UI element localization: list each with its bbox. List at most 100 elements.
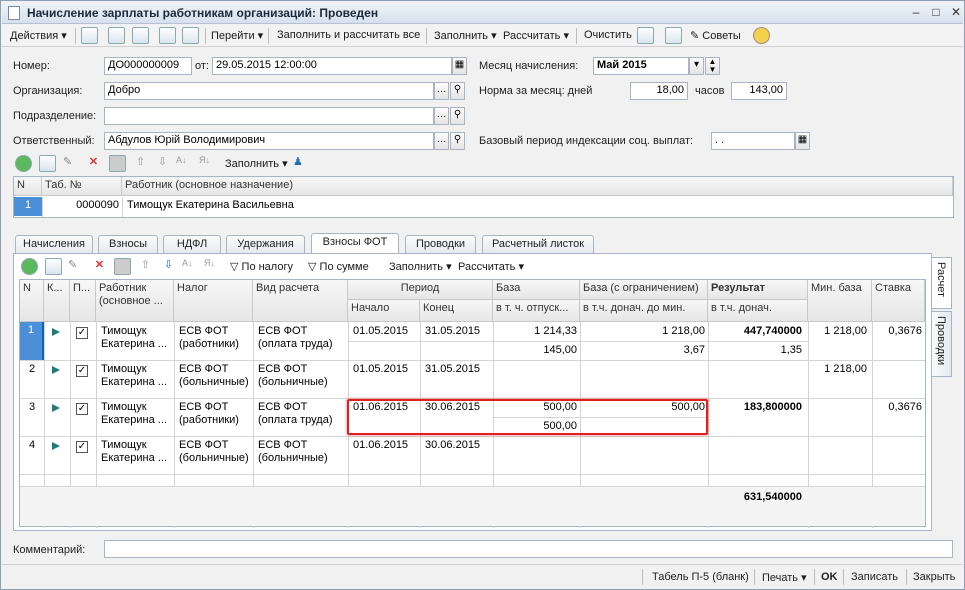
end-edit-icon[interactable] (114, 258, 131, 275)
base-sub-cell[interactable]: 145,00 (493, 342, 580, 358)
list-icon[interactable] (665, 27, 682, 44)
table-row-index[interactable]: 4 (20, 437, 44, 453)
ok-button[interactable]: OK (821, 571, 838, 583)
edit-icon[interactable]: ✎ (63, 155, 80, 172)
calc-type-cell-line2[interactable]: (больничные) (255, 450, 347, 466)
fot-col-p[interactable]: П... (70, 280, 96, 322)
fot-col-min-base[interactable]: Мин. база (808, 280, 872, 322)
fot-col-base[interactable]: База (493, 280, 580, 300)
employee-picker-icon[interactable]: ♟ (293, 155, 310, 172)
filter-by-tax-button[interactable]: ▽ По налогу (230, 260, 293, 273)
org-search-icon[interactable]: ⚲ (450, 82, 465, 100)
fot-calc-menu[interactable]: Рассчитать ▾ (458, 260, 524, 273)
side-tab-calc[interactable]: Расчет (932, 257, 952, 309)
fot-col-start[interactable]: Начало (348, 300, 420, 322)
worker-cell-line2[interactable]: Екатерина ... (98, 374, 174, 390)
base-period-calendar-icon[interactable]: ▦ (795, 132, 810, 150)
fot-col-tax[interactable]: Налог (174, 280, 253, 322)
fot-col-k[interactable]: К... (44, 280, 70, 322)
copy-row-icon[interactable] (39, 155, 56, 172)
delete-icon[interactable]: ✕ (91, 258, 108, 275)
rate-cell[interactable]: 0,3676 (872, 323, 925, 339)
base-limit-cell[interactable]: 1 218,00 (580, 323, 708, 339)
tab-fot-contributions[interactable]: Взносы ФОТ (311, 233, 399, 254)
sort-asc-icon[interactable]: A↓ (182, 258, 199, 275)
fot-col-period[interactable]: Период (348, 280, 493, 300)
close-button[interactable]: Закрыть (913, 571, 955, 583)
posting-checkbox[interactable]: ✓ (76, 403, 88, 415)
tax-cell-line2[interactable]: (больничные) (176, 374, 252, 390)
month-spin-icon[interactable]: ▲ ▼ (705, 57, 720, 75)
fot-col-calc-type[interactable]: Вид расчета (253, 280, 348, 322)
fot-col-rate[interactable]: Ставка (872, 280, 925, 322)
start-cell[interactable]: 01.05.2015 (350, 323, 420, 339)
filter-by-sum-button[interactable]: ▽ По сумме (308, 260, 369, 273)
tab-ndfl[interactable]: НДФЛ (163, 235, 221, 254)
copy-row-icon[interactable] (45, 258, 62, 275)
norm-hours-field[interactable]: 143,00 (731, 82, 787, 100)
end-cell[interactable]: 31.05.2015 (422, 361, 492, 377)
date-field[interactable]: 29.05.2015 12:00:00 (212, 57, 452, 75)
sort-desc-icon[interactable]: Я↓ (204, 258, 221, 275)
result-cell[interactable]: 447,740000 (708, 323, 805, 339)
emp-col-tab[interactable]: Таб. № (42, 177, 122, 196)
post-icon[interactable] (159, 27, 176, 44)
org-select-icon[interactable]: … (434, 82, 449, 100)
dept-select-icon[interactable]: … (434, 107, 449, 125)
fot-col-n[interactable]: N (20, 280, 44, 322)
end-edit-icon[interactable] (109, 155, 126, 172)
dept-search-icon[interactable]: ⚲ (450, 107, 465, 125)
save-button[interactable]: Записать (851, 571, 898, 583)
tab-postings[interactable]: Проводки (405, 235, 476, 254)
tab-contributions[interactable]: Взносы (98, 235, 158, 254)
tab-deductions[interactable]: Удержания (226, 235, 305, 254)
fill-menu[interactable]: Заполнить ▾ (434, 29, 497, 42)
base-period-field[interactable]: . . (711, 132, 795, 150)
add-icon[interactable] (15, 155, 32, 172)
help-icon[interactable] (753, 27, 770, 44)
calc-type-cell-line2[interactable]: (оплата труда) (255, 336, 347, 352)
tax-cell-line2[interactable]: (больничные) (176, 450, 252, 466)
move-up-icon[interactable]: ⇧ (137, 258, 154, 275)
delete-icon[interactable]: ✕ (85, 155, 102, 172)
min-base-cell[interactable]: 1 218,00 (808, 323, 870, 339)
sort-desc-icon[interactable]: Я↓ (199, 155, 216, 172)
end-cell[interactable]: 30.06.2015 (422, 437, 492, 453)
org-field[interactable]: Добро (104, 82, 434, 100)
worker-cell-line2[interactable]: Екатерина ... (98, 412, 174, 428)
tab-payslip[interactable]: Расчетный листок (482, 235, 594, 254)
emp-col-n[interactable]: N (14, 177, 42, 196)
fot-col-end[interactable]: Конец (420, 300, 493, 322)
move-up-icon[interactable]: ⇧ (132, 155, 149, 172)
edit-icon[interactable]: ✎ (68, 258, 85, 275)
dept-field[interactable] (104, 107, 434, 125)
tax-cell-line2[interactable]: (работники) (176, 412, 252, 428)
resp-select-icon[interactable]: … (434, 132, 449, 150)
number-field[interactable]: ДО000000009 (104, 57, 192, 75)
base-cell[interactable]: 1 214,33 (493, 323, 580, 339)
sort-asc-icon[interactable]: A↓ (176, 155, 193, 172)
clear-button[interactable]: Очистить (584, 29, 632, 41)
fill-calc-all-button[interactable]: Заполнить и рассчитать все (277, 29, 420, 41)
result-cell[interactable]: 183,800000 (708, 399, 805, 415)
refresh-icon[interactable] (108, 27, 125, 44)
min-base-cell[interactable]: 1 218,00 (808, 361, 870, 377)
start-cell[interactable]: 01.05.2015 (350, 361, 420, 377)
start-cell[interactable]: 01.06.2015 (350, 437, 420, 453)
table-row-index[interactable]: 3 (20, 399, 44, 415)
fot-col-result[interactable]: Результат (708, 280, 808, 300)
norm-days-field[interactable]: 18,00 (630, 82, 688, 100)
resp-search-icon[interactable]: ⚲ (450, 132, 465, 150)
fot-fill-menu[interactable]: Заполнить ▾ (389, 260, 452, 273)
table-row-index[interactable]: 1 (14, 197, 42, 216)
table-row-index[interactable]: 1 (20, 322, 44, 360)
calc-type-cell-line2[interactable]: (оплата труда) (255, 412, 347, 428)
dt-kt-icon[interactable] (637, 27, 654, 44)
copy-icon[interactable] (132, 27, 149, 44)
unpost-icon[interactable] (182, 27, 199, 44)
fot-col-result-sub[interactable]: в т.ч. донач. (708, 300, 808, 322)
comment-field[interactable] (104, 540, 953, 558)
side-tab-postings[interactable]: Проводки (932, 311, 952, 377)
tab-accruals[interactable]: Начисления (15, 235, 93, 254)
posting-checkbox[interactable]: ✓ (76, 365, 88, 377)
